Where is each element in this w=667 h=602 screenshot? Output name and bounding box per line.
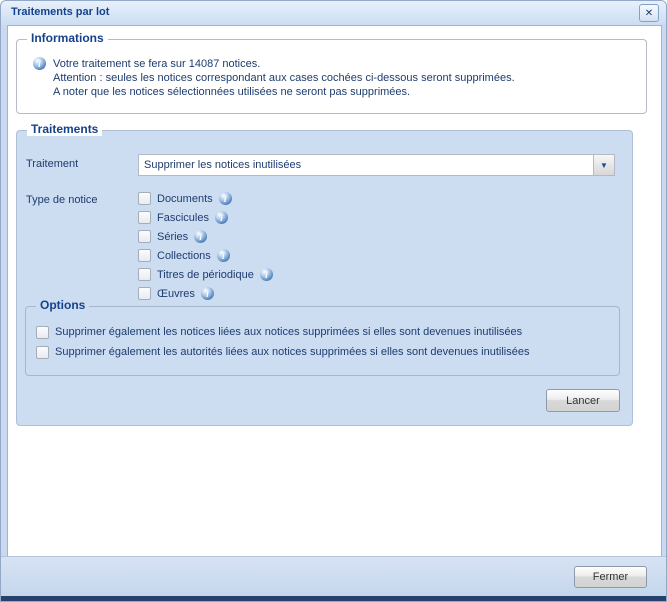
checkbox-series[interactable] — [138, 230, 151, 243]
options-list: Supprimer également les notices liées au… — [36, 322, 529, 362]
close-button[interactable] — [639, 4, 659, 22]
checkbox-delete-linked-authorities[interactable] — [36, 345, 49, 359]
batch-processing-dialog: Traitements par lot Informations Votre t… — [0, 0, 667, 602]
info-line-3: A noter que les notices sélectionnées ut… — [53, 86, 411, 98]
traitements-fieldset: Traitements Traitement Supprimer les not… — [16, 122, 633, 426]
checkbox-label: Documents — [157, 192, 213, 205]
chevron-down-icon[interactable] — [593, 155, 614, 175]
checkbox-row-delete-linked-authorities[interactable]: Supprimer également les autorités liées … — [36, 342, 529, 362]
checkbox-row-delete-linked-notices[interactable]: Supprimer également les notices liées au… — [36, 322, 529, 342]
info-icon[interactable] — [259, 268, 273, 281]
checkbox-label: Supprimer également les autorités liées … — [55, 346, 530, 358]
checkbox-row-oeuvres[interactable]: Œuvres — [138, 284, 273, 303]
info-message: Votre traitement se fera sur 14087 notic… — [33, 57, 515, 99]
info-line-1: Votre traitement se fera sur 14087 notic… — [53, 58, 261, 70]
close-dialog-button[interactable]: Fermer — [574, 566, 647, 588]
traitement-select[interactable]: Supprimer les notices inutilisées — [138, 154, 615, 176]
informations-legend: Informations — [27, 31, 108, 45]
traitement-selected-value: Supprimer les notices inutilisées — [144, 159, 302, 171]
options-legend: Options — [36, 298, 90, 312]
checkbox-row-titres-de-periodique[interactable]: Titres de périodique — [138, 265, 273, 284]
checkbox-label: Fascicules — [157, 211, 209, 224]
type-de-notice-label: Type de notice — [26, 194, 98, 206]
checkbox-collections[interactable] — [138, 249, 151, 262]
info-icon[interactable] — [194, 230, 208, 243]
checkbox-row-series[interactable]: Séries — [138, 227, 273, 246]
checkbox-row-documents[interactable]: Documents — [138, 189, 273, 208]
dialog-footer: Fermer — [1, 556, 666, 596]
info-icon[interactable] — [200, 287, 214, 300]
checkbox-label: Supprimer également les notices liées au… — [55, 326, 523, 338]
traitement-label: Traitement — [26, 158, 79, 170]
traitements-legend: Traitements — [27, 122, 103, 136]
checkbox-oeuvres[interactable] — [138, 287, 151, 300]
info-icon[interactable] — [218, 192, 232, 205]
checkbox-row-collections[interactable]: Collections — [138, 246, 273, 265]
close-icon — [645, 7, 653, 19]
info-icon — [33, 57, 46, 70]
checkbox-label: Titres de périodique — [157, 268, 254, 281]
checkbox-row-fascicules[interactable]: Fascicules — [138, 208, 273, 227]
info-lines: Votre traitement se fera sur 14087 notic… — [53, 57, 515, 99]
informations-fieldset: Informations Votre traitement se fera su… — [16, 31, 647, 114]
titlebar: Traitements par lot — [1, 1, 666, 25]
info-line-2: Attention : seules les notices correspon… — [53, 72, 515, 84]
checkbox-fascicules[interactable] — [138, 211, 151, 224]
checkbox-delete-linked-notices[interactable] — [36, 325, 49, 339]
checkbox-label: Séries — [157, 230, 189, 243]
options-fieldset: Options Supprimer également les notices … — [25, 298, 620, 376]
dialog-body: Informations Votre traitement se fera su… — [7, 25, 662, 558]
checkbox-titres-de-periodique[interactable] — [138, 268, 151, 281]
info-icon[interactable] — [216, 249, 230, 262]
notice-type-list: Documents Fascicules Séries Collections — [138, 189, 273, 303]
dialog-title: Traitements par lot — [11, 6, 110, 18]
background-page-strip — [1, 596, 666, 601]
checkbox-documents[interactable] — [138, 192, 151, 205]
checkbox-label: Œuvres — [157, 287, 195, 300]
info-icon[interactable] — [214, 211, 228, 224]
launch-button[interactable]: Lancer — [546, 389, 620, 412]
checkbox-label: Collections — [157, 249, 211, 262]
